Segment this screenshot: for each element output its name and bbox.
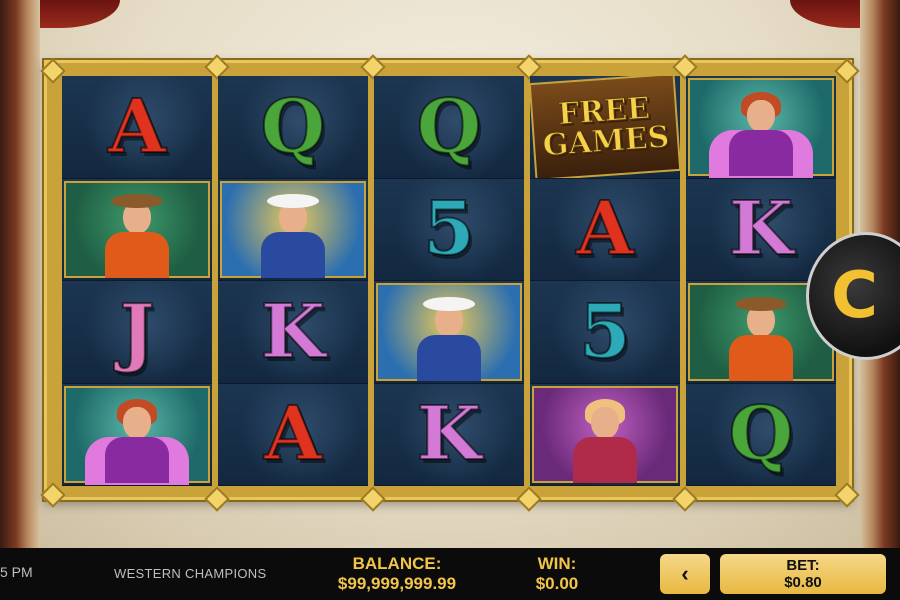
cowgirl-hat [267,194,319,208]
balance-display: BALANCE: $99,999,999.99 [322,554,472,594]
dancer-body [729,129,793,176]
dancer-symbol-icon [688,78,834,176]
bet-label: BET: [786,557,820,574]
symbol-letter: Q [260,83,326,170]
symbol-letter: K [728,186,794,273]
cowgirl-symbol-icon [376,283,522,381]
reel-symbol: Q [686,383,836,486]
spin-arrow-icon: C [831,259,878,333]
dancer-head [747,99,775,132]
showgirl-figure [555,393,655,483]
win-display: WIN: $0.00 [522,554,592,594]
reel-symbol [62,383,212,486]
cowgirl-figure [243,188,343,278]
cowboy-symbol-icon [64,180,210,278]
symbol-letter: 5 [422,186,475,273]
cowgirl-figure [399,291,499,381]
bet-value: $0.80 [784,574,822,591]
symbol-letter: J [118,288,155,375]
bet-decrease-button[interactable]: ‹ [660,554,710,594]
cowgirl-body [261,232,325,278]
free-games-scatter-icon: FREE GAMES [530,76,680,178]
symbol-letter: Q [728,391,794,478]
dancer-figure [87,393,187,483]
bet-button[interactable]: BET: $0.80 [720,554,886,594]
cowgirl-symbol-icon [220,180,366,278]
reel-column: Q KA [218,76,368,486]
symbol-letter: K [260,288,326,375]
reel-symbol: A [62,76,212,179]
cowboy-body [105,232,169,278]
curtain-left [0,0,40,548]
showgirl-symbol-icon [532,385,678,483]
cowboy-figure [711,291,811,381]
reel-column: Q 5 K [374,76,524,486]
reel-symbol: Q [218,76,368,179]
chevron-left-icon: ‹ [681,561,689,586]
reel-symbol [374,281,524,384]
reel-column: AJ [62,76,212,486]
cowboy-hat [111,194,163,208]
symbol-letter: Q [416,83,482,170]
dancer-body [105,437,169,483]
reel-column: FREE GAMES A 5 [530,76,680,486]
cowboy-body [729,334,793,381]
free-games-line2: GAMES [541,119,671,164]
reel-symbol: A [530,178,680,281]
balance-label: BALANCE: [352,554,442,573]
dancer-figure [711,86,811,176]
reel-symbol: Q [374,76,524,179]
win-label: WIN: [537,554,577,573]
reel-symbol: 5 [374,178,524,281]
cowgirl-hat [423,296,475,311]
reel-symbol: FREE GAMES [530,76,680,179]
dancer-head [123,407,151,439]
reel-symbol: 5 [530,281,680,384]
game-title: WESTERN CHAMPIONS [114,566,267,581]
cowboy-hat [735,296,787,311]
symbol-letter: A [107,83,166,170]
reel-symbol: K [374,383,524,486]
symbol-letter: K [416,391,482,478]
win-value: $0.00 [535,574,579,593]
clock: 5 PM [0,564,33,580]
cowboy-figure [87,188,187,278]
reel-symbol [62,178,212,281]
reel-symbol [530,383,680,486]
reel-symbol: K [218,281,368,384]
showgirl-head [591,407,619,439]
balance-value: $99,999,999.99 [337,574,457,593]
reel-symbol [686,76,836,179]
reel-symbol: A [218,383,368,486]
reel-symbol [218,178,368,281]
cowgirl-body [417,334,481,381]
symbol-letter: 5 [578,288,631,375]
symbol-letter: A [575,186,634,273]
showgirl-body [573,437,637,483]
reel-symbol: J [62,281,212,384]
slot-reels: A J Q K A Q 5 K FREE GAMES A 5 K Q [62,76,836,486]
dancer-symbol-icon [64,385,210,483]
symbol-letter: A [263,391,322,478]
